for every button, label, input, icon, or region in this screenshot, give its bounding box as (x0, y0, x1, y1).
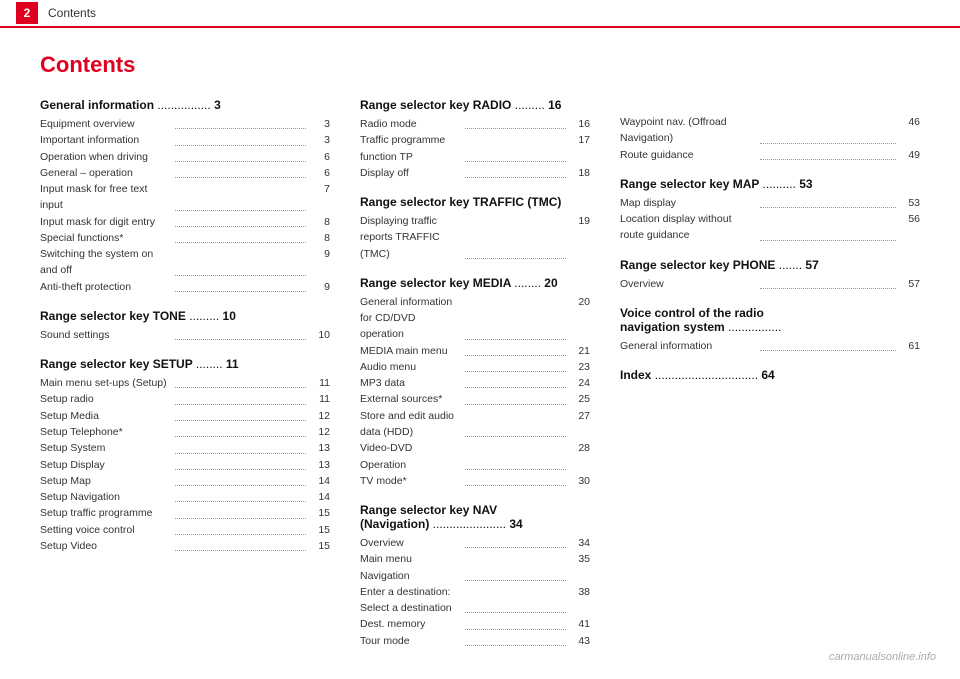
toc-entry: Setup Navigation14 (40, 489, 330, 505)
section-media: Range selector key MEDIA ........ 20 Gen… (360, 276, 590, 489)
toc-entry: Setup traffic programme15 (40, 505, 330, 521)
toc-entry: Setup Video15 (40, 538, 330, 554)
toc-entry: Equipment overview3 (40, 116, 330, 132)
section-heading-voice: Voice control of the radionavigation sys… (620, 306, 920, 334)
toc-entry: Input mask for digit entry8 (40, 214, 330, 230)
toc-entry: Setup System13 (40, 440, 330, 456)
toc-entry: Overview57 (620, 276, 920, 292)
toc-entry: Audio menu23 (360, 359, 590, 375)
section-phone: Range selector key PHONE ....... 57 Over… (620, 258, 920, 292)
toc-entry: General information61 (620, 338, 920, 354)
toc-entry: MP3 data24 (360, 375, 590, 391)
right-col-b: Waypoint nav. (Offroad Navigation)46 Rou… (620, 98, 920, 649)
toc-entry: Tour mode43 (360, 633, 590, 649)
toc-entry: Overview34 (360, 535, 590, 551)
section-heading-radio: Range selector key RADIO ......... 16 (360, 98, 590, 112)
toc-entry: General information for CD/DVD operation… (360, 294, 590, 343)
toc-entry: Main menu set-ups (Setup)11 (40, 375, 330, 391)
toc-entry: Sound settings10 (40, 327, 330, 343)
toc-entry: Video-DVD Operation28 (360, 440, 590, 473)
toc-entry: Setup Telephone*12 (40, 424, 330, 440)
section-heading-general: General information ................ 3 (40, 98, 330, 112)
section-heading-nav: Range selector key NAV(Navigation) .....… (360, 503, 590, 531)
toc-entry: Input mask for free text input7 (40, 181, 330, 214)
toc-entry: Important information3 (40, 132, 330, 148)
section-voice-control: Voice control of the radionavigation sys… (620, 306, 920, 354)
section-nav-continued: Waypoint nav. (Offroad Navigation)46 Rou… (620, 98, 920, 163)
section-heading-phone: Range selector key PHONE ....... 57 (620, 258, 920, 272)
section-setup: Range selector key SETUP ........ 11 Mai… (40, 357, 330, 554)
right-inner: Range selector key RADIO ......... 16 Ra… (360, 98, 920, 649)
toc-entry: Main menu Navigation35 (360, 551, 590, 584)
toc-entry: MEDIA main menu21 (360, 343, 590, 359)
toc-entry: Display off18 (360, 165, 590, 181)
toc-entry: General – operation6 (40, 165, 330, 181)
toc-columns: General information ................ 3 E… (40, 98, 920, 649)
toc-entry: Anti-theft protection9 (40, 279, 330, 295)
section-radio: Range selector key RADIO ......... 16 Ra… (360, 98, 590, 181)
toc-entry: Setting voice control15 (40, 522, 330, 538)
toc-right-column: Range selector key RADIO ......... 16 Ra… (360, 98, 920, 649)
top-bar-title: Contents (48, 6, 96, 20)
section-index: Index ............................... 64 (620, 368, 920, 382)
section-heading-map: Range selector key MAP .......... 53 (620, 177, 920, 191)
toc-entry: Dest. memory41 (360, 616, 590, 632)
toc-entry: Radio mode16 (360, 116, 590, 132)
toc-entry: Setup Media12 (40, 408, 330, 424)
section-map: Range selector key MAP .......... 53 Map… (620, 177, 920, 244)
section-general-information: General information ................ 3 E… (40, 98, 330, 295)
toc-entry: Route guidance49 (620, 147, 920, 163)
toc-entry: Traffic programme function TP17 (360, 132, 590, 165)
main-content: Contents General information ...........… (0, 28, 960, 673)
toc-entry: Special functions*8 (40, 230, 330, 246)
toc-entry: Store and edit audio data (HDD)27 (360, 408, 590, 441)
page-number-badge: 2 (16, 2, 38, 24)
section-tone: Range selector key TONE ......... 10 Sou… (40, 309, 330, 343)
toc-entry: TV mode*30 (360, 473, 590, 489)
toc-entry: Operation when driving6 (40, 149, 330, 165)
toc-entry: Setup Display13 (40, 457, 330, 473)
section-heading-setup: Range selector key SETUP ........ 11 (40, 357, 330, 371)
toc-entry: External sources*25 (360, 391, 590, 407)
toc-entry: Location display without route guidance5… (620, 211, 920, 244)
section-heading-media: Range selector key MEDIA ........ 20 (360, 276, 590, 290)
section-traffic: Range selector key TRAFFIC (TMC) Display… (360, 195, 590, 262)
right-col-a: Range selector key RADIO ......... 16 Ra… (360, 98, 590, 649)
toc-entry: Enter a destination: Select a destinatio… (360, 584, 590, 617)
toc-entry: Map display53 (620, 195, 920, 211)
page-title: Contents (40, 52, 920, 78)
toc-entry: Switching the system on and off9 (40, 246, 330, 279)
toc-entry: Displaying traffic reports TRAFFIC (TMC)… (360, 213, 590, 262)
toc-entry: Setup radio11 (40, 391, 330, 407)
section-nav: Range selector key NAV(Navigation) .....… (360, 503, 590, 649)
toc-entry: Setup Map14 (40, 473, 330, 489)
section-heading-tone: Range selector key TONE ......... 10 (40, 309, 330, 323)
toc-entry: Waypoint nav. (Offroad Navigation)46 (620, 114, 920, 147)
section-heading-traffic: Range selector key TRAFFIC (TMC) (360, 195, 590, 209)
section-heading-index: Index ............................... 64 (620, 368, 920, 382)
watermark: carmanualsonline.info (829, 651, 936, 663)
top-bar: 2 Contents (0, 0, 960, 28)
toc-left-column: General information ................ 3 E… (40, 98, 330, 649)
